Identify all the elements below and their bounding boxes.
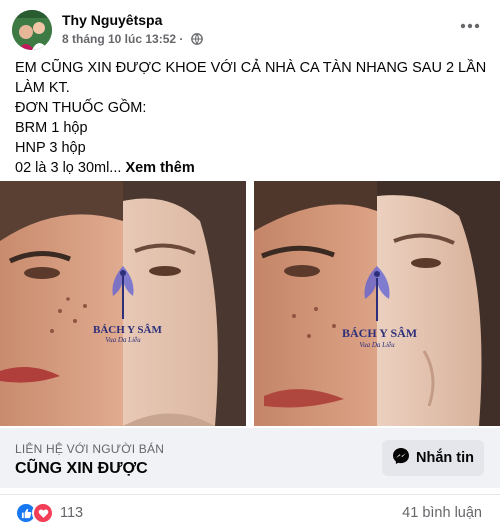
post-text-line: HNP 3 hộp [15,140,86,156]
reactions-summary[interactable]: 113 [15,502,84,524]
post-header: Thy Nguyêtspa 8 tháng 10 lúc 13:52 · [12,10,488,52]
more-options-icon[interactable] [456,16,484,36]
contact-seller-bar[interactable]: LIÊN HỆ VỚI NGƯỜI BÁN CŨNG XIN ĐƯỢC Nhắn… [0,428,500,488]
watermark-tagline: Vua Da Liễu [359,341,395,349]
photo-grid: BÁCH Y SÂM Vua Da Liễu BÁCH Y SÂM Vua Da… [0,181,500,426]
post-footer: 113 41 bình luận [0,494,500,529]
post-text-line: LÀM KT. [15,80,70,96]
message-button-label: Nhắn tin [416,450,474,466]
post-text-line: BRM 1 hộp [15,120,88,136]
cta-title: CŨNG XIN ĐƯỢC [15,460,148,477]
photo-before-after-2[interactable]: BÁCH Y SÂM Vua Da Liễu [254,181,500,426]
watermark-tagline: Vua Da Liễu [105,336,141,344]
post-timestamp[interactable]: 8 tháng 10 lúc 13:52 · [62,32,183,46]
post-text-line: ĐƠN THUỐC GỒM: [15,100,147,116]
post-text-last-line: 02 là 3 lọ 30ml... Xem thêm [15,158,485,178]
watermark-brand: BÁCH Y SÂM [342,326,418,340]
post-text-line: EM CŨNG XIN ĐƯỢC KHOE VỚI CẢ NHÀ CA TÀN … [15,60,487,76]
cta-label: LIÊN HỆ VỚI NGƯỜI BÁN [15,442,165,456]
author-name[interactable]: Thy Nguyêtspa [62,12,162,28]
comments-count[interactable]: 41 bình luận [402,505,482,521]
love-reaction-icon [32,502,54,524]
watermark-brand: BÁCH Y SÂM [93,324,162,336]
post-text-line: 02 là 3 lọ 30ml... [15,160,122,176]
watermark-text: BÁCH Y SÂM Vua Da Liễu [93,324,162,344]
post-meta: 8 tháng 10 lúc 13:52 · [62,32,203,48]
photo-before-after-1[interactable]: BÁCH Y SÂM Vua Da Liễu [0,181,246,426]
post-card: Thy Nguyêtspa 8 tháng 10 lúc 13:52 · EM … [0,0,500,532]
see-more-link[interactable]: Xem thêm [125,160,194,176]
watermark-text: BÁCH Y SÂM Vua Da Liễu [342,326,418,349]
message-button[interactable]: Nhắn tin [382,440,484,476]
post-text: EM CŨNG XIN ĐƯỢC KHOE VỚI CẢ NHÀ CA TÀN … [15,58,487,178]
messenger-icon [392,447,416,469]
avatar[interactable] [12,10,52,50]
reaction-count: 113 [60,505,84,521]
globe-icon [190,33,203,48]
